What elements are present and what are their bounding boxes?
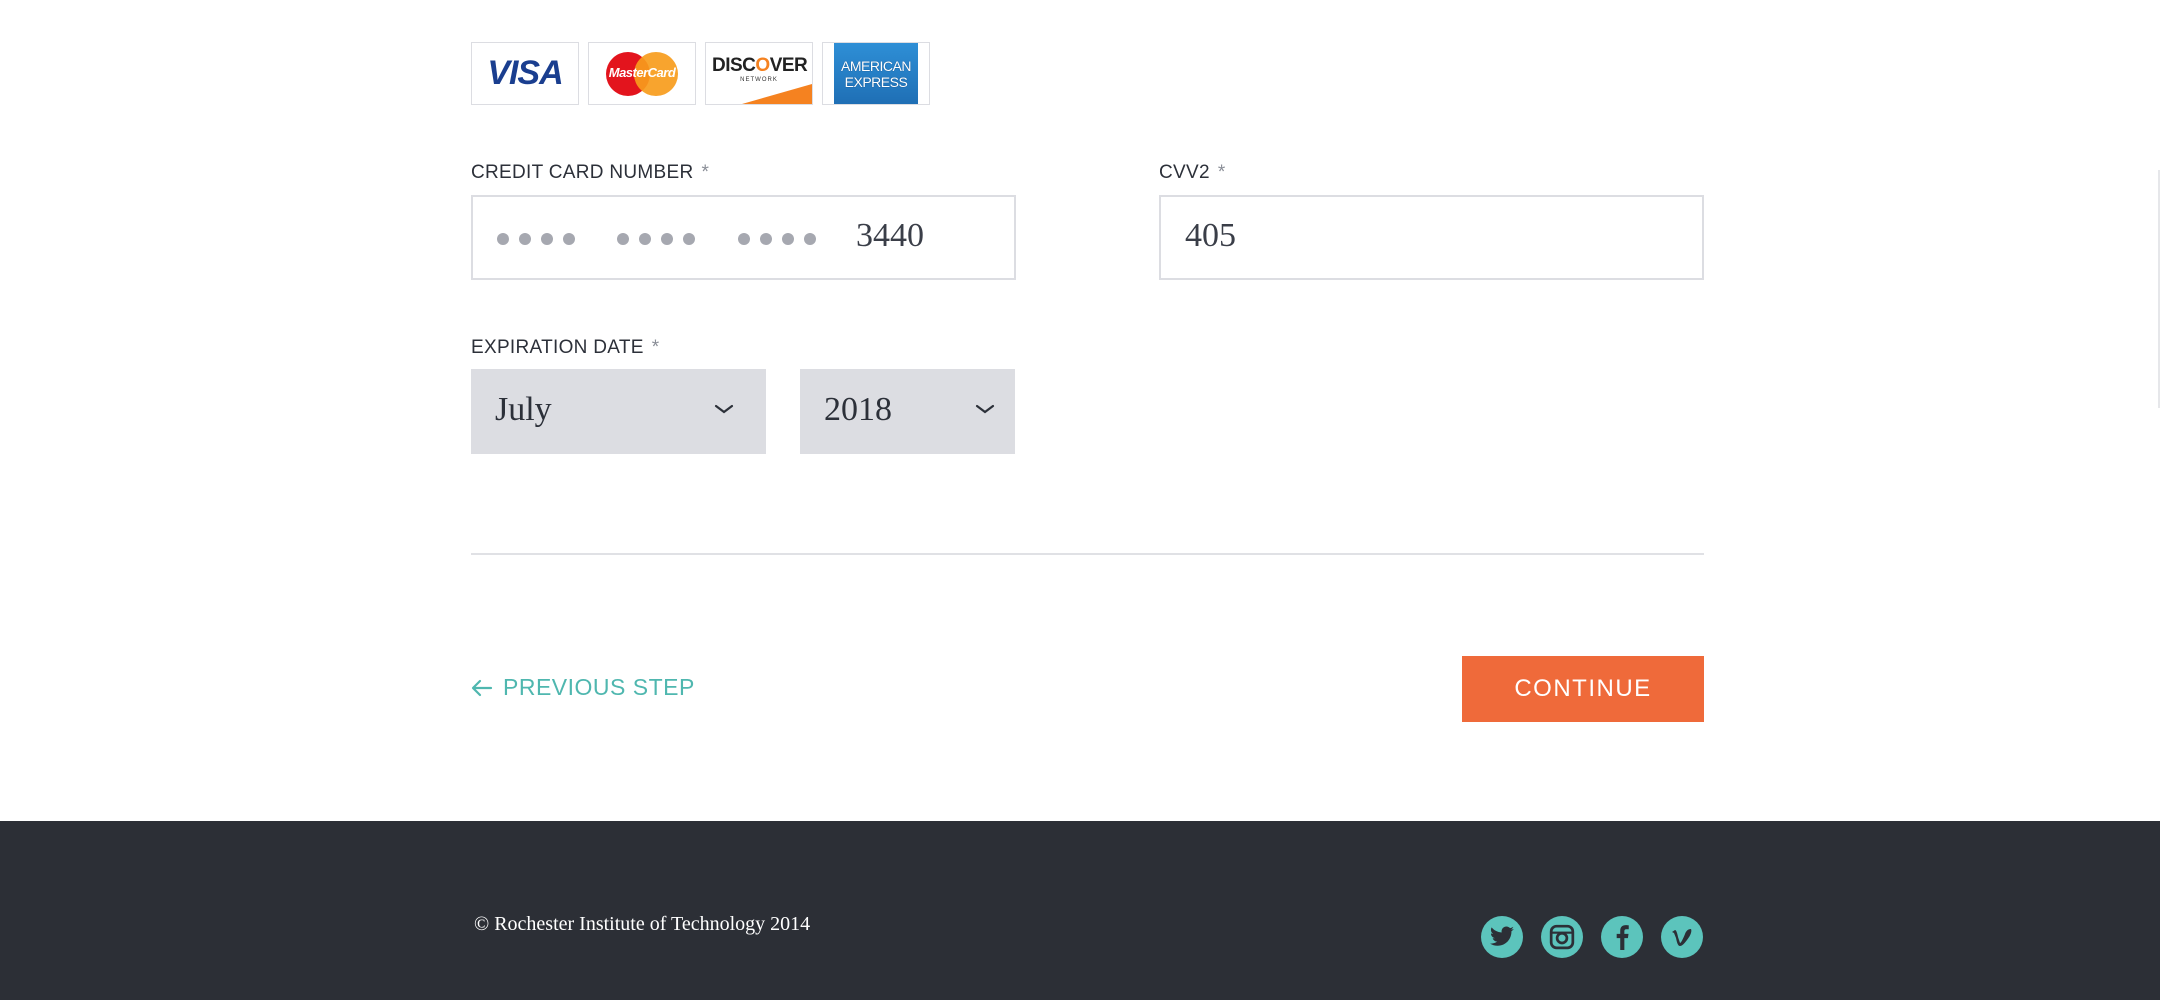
- cvv-value: 405: [1185, 217, 1236, 254]
- amex-logo-line1: AMERICAN: [841, 57, 911, 74]
- discover-logo-subtext: NETWORK: [740, 77, 778, 83]
- cvv-input[interactable]: 405: [1159, 195, 1704, 280]
- visa-logo-text: VISA: [487, 54, 563, 92]
- required-mark: *: [701, 162, 710, 183]
- expiration-label-text: EXPIRATION DATE: [471, 337, 644, 358]
- cvv-label-text: CVV2: [1159, 162, 1210, 183]
- twitter-icon[interactable]: [1481, 916, 1523, 958]
- section-divider: [471, 553, 1704, 555]
- mastercard-logo-text: MasterCard: [608, 64, 676, 80]
- expiration-label: EXPIRATION DATE *: [471, 337, 659, 359]
- chevron-down-icon: [714, 404, 734, 414]
- amex-logo: AMERICAN EXPRESS: [822, 42, 930, 105]
- expiration-month-select[interactable]: July: [471, 369, 766, 454]
- discover-logo-text: DISCOVER: [712, 55, 808, 76]
- vimeo-icon[interactable]: [1661, 916, 1703, 958]
- required-mark: *: [1217, 162, 1226, 183]
- chevron-down-icon: [975, 404, 995, 414]
- site-footer: © Rochester Institute of Technology 2014: [0, 821, 2160, 1000]
- arrow-left-icon: [471, 679, 493, 696]
- copyright-text: © Rochester Institute of Technology 2014: [474, 913, 811, 935]
- expiration-year-select[interactable]: 2018: [800, 369, 1015, 454]
- card-number-input[interactable]: 3440: [471, 195, 1016, 280]
- visa-logo: VISA: [471, 42, 579, 105]
- card-number-label-text: CREDIT CARD NUMBER: [471, 162, 694, 183]
- discover-logo: DISCOVER NETWORK: [705, 42, 813, 105]
- previous-step-link[interactable]: PREVIOUS STEP: [471, 674, 695, 701]
- masked-digits-group-1: [497, 233, 575, 245]
- facebook-icon[interactable]: [1601, 916, 1643, 958]
- required-mark: *: [651, 337, 660, 358]
- masked-digits-group-2: [617, 233, 695, 245]
- expiration-year-value: 2018: [824, 391, 892, 428]
- card-number-label: CREDIT CARD NUMBER *: [471, 162, 709, 184]
- expiration-month-value: July: [495, 391, 552, 428]
- amex-logo-line2: EXPRESS: [844, 73, 908, 90]
- continue-button[interactable]: CONTINUE: [1462, 656, 1704, 722]
- mastercard-logo: MasterCard: [588, 42, 696, 105]
- card-last-four: 3440: [856, 217, 924, 254]
- masked-digits-group-3: [738, 233, 816, 245]
- previous-step-label: PREVIOUS STEP: [503, 674, 695, 700]
- instagram-icon[interactable]: [1541, 916, 1583, 958]
- cvv-label: CVV2 *: [1159, 162, 1226, 184]
